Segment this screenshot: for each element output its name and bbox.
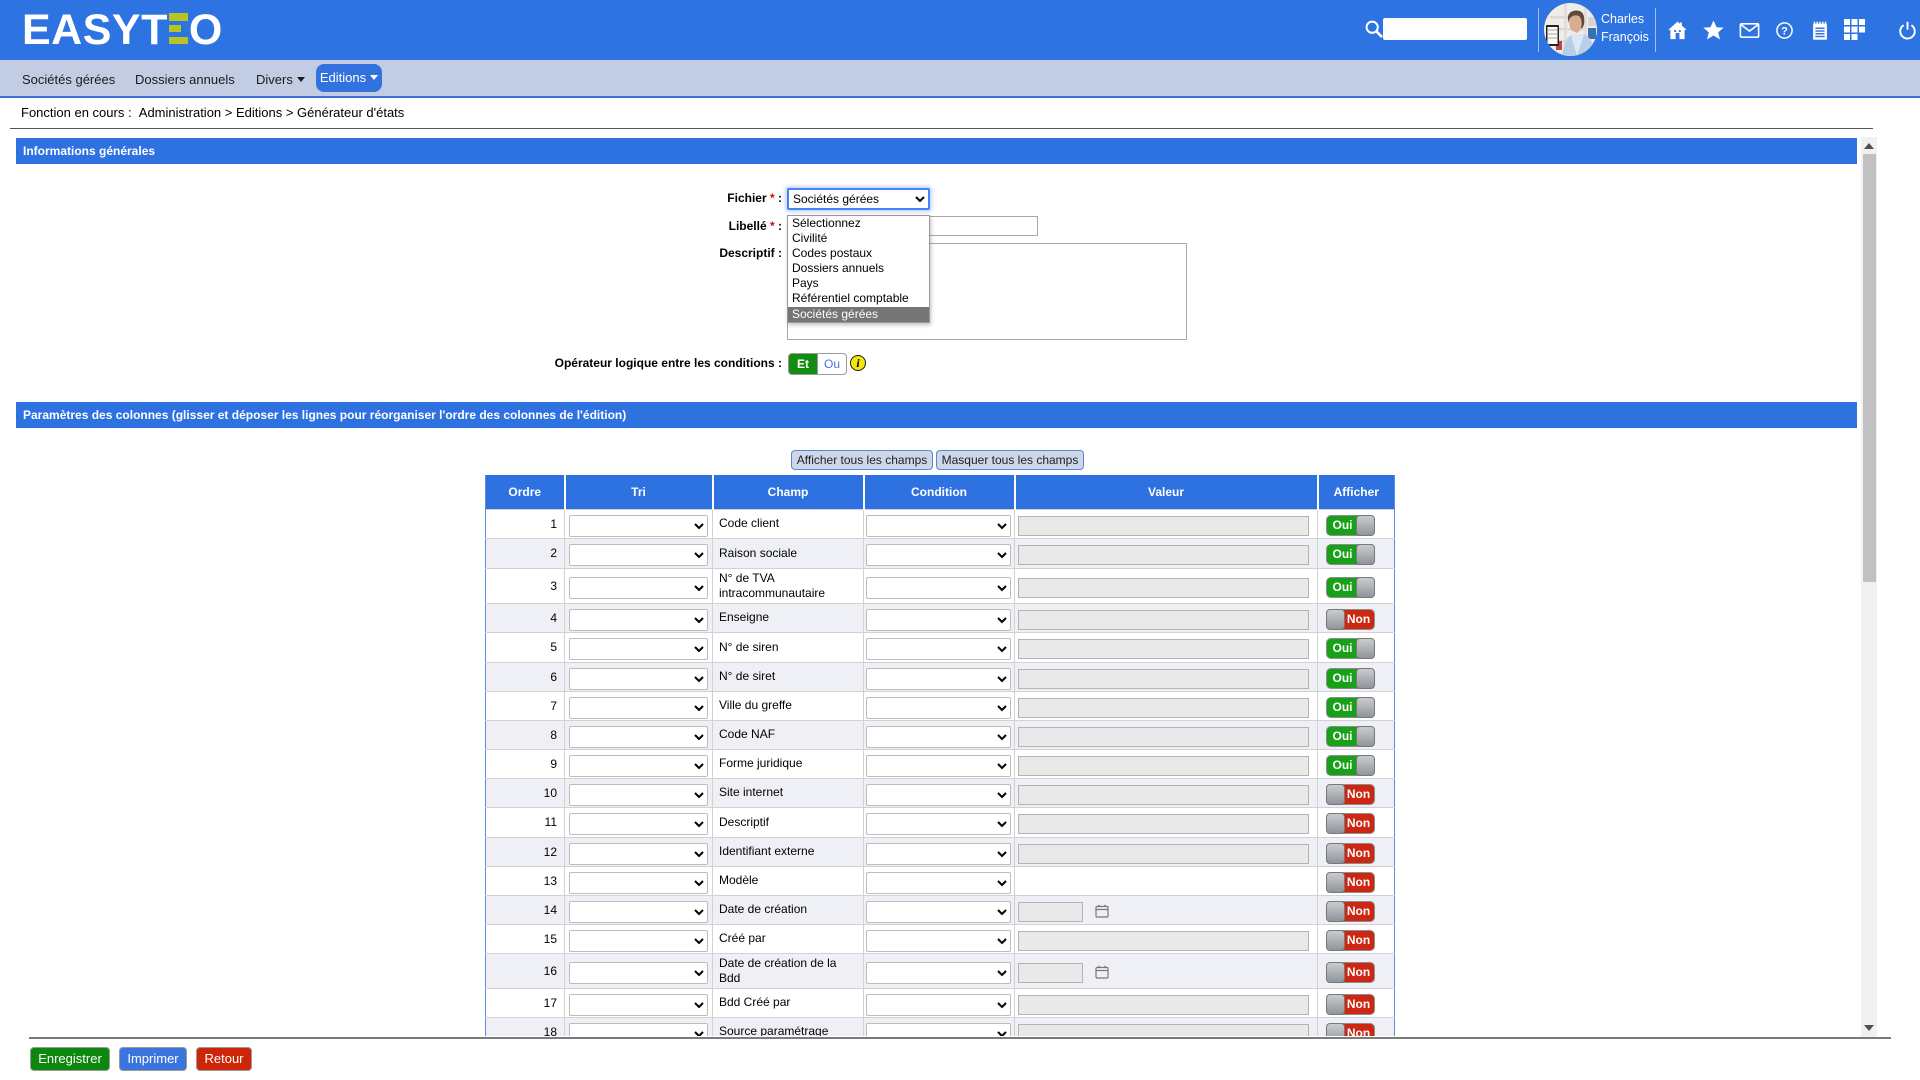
svg-text:?: ? [1781,26,1788,38]
